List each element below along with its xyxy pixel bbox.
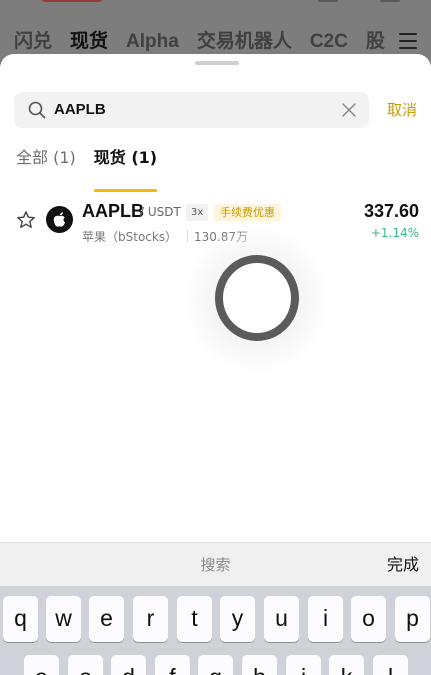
background-tab-active[interactable]: 现货 xyxy=(70,28,108,56)
key[interactable]: l xyxy=(373,655,408,675)
key[interactable]: s xyxy=(68,655,103,675)
price: 337.60 xyxy=(363,201,419,221)
background-tab[interactable]: 股 xyxy=(366,28,385,56)
key[interactable]: o xyxy=(351,596,386,642)
price-change: +1.14% xyxy=(370,226,419,240)
background-top-icon xyxy=(318,0,338,2)
key[interactable]: f xyxy=(155,655,190,675)
key[interactable]: u xyxy=(264,596,299,642)
keyboard-toolbar: 搜索 完成 xyxy=(0,542,431,586)
background-tabs: 闪兑 现货 Alpha 交易机器人 C2C 股 xyxy=(14,28,403,56)
tab-all[interactable]: 全部 (1) xyxy=(16,146,76,182)
keyboard: q w e r t y u i o p a s d f g h j k l xyxy=(0,586,431,675)
key[interactable]: p xyxy=(395,596,430,642)
star-icon[interactable] xyxy=(16,210,36,230)
key[interactable]: h xyxy=(242,655,277,675)
tab-spot[interactable]: 现货 (1) xyxy=(93,146,158,192)
background-top-icon xyxy=(380,0,400,2)
key[interactable]: k xyxy=(329,655,364,675)
menu-icon[interactable] xyxy=(399,33,417,49)
search-icon xyxy=(28,101,46,119)
sheet-grabber[interactable] xyxy=(195,61,239,65)
key[interactable]: e xyxy=(89,596,124,642)
leverage-badge: 3x xyxy=(186,204,209,221)
loading-spinner xyxy=(215,255,299,341)
background-tab[interactable]: 交易机器人 xyxy=(197,28,292,56)
background-tab[interactable]: C2C xyxy=(310,28,348,56)
clear-icon[interactable] xyxy=(341,102,357,118)
filter-tabs: 全部 (1) 现货 (1) xyxy=(16,146,175,192)
quote-currency: / USDT xyxy=(140,205,181,219)
fee-discount-badge: 手续费优惠 xyxy=(214,204,281,221)
keyboard-search-label: 搜索 xyxy=(200,556,231,574)
search-input[interactable] xyxy=(54,92,334,128)
key[interactable]: j xyxy=(286,655,321,675)
apple-icon xyxy=(46,206,73,233)
key[interactable]: a xyxy=(24,655,59,675)
divider xyxy=(187,230,188,242)
search-box[interactable] xyxy=(14,92,369,128)
asset-name: 苹果（bStocks） xyxy=(82,230,178,244)
key[interactable]: r xyxy=(133,596,168,642)
symbol: AAPLB xyxy=(82,201,144,221)
cancel-button[interactable]: 取消 xyxy=(387,92,417,128)
background-red-pill xyxy=(40,0,104,2)
background-app-header: 闪兑 现货 Alpha 交易机器人 C2C 股 xyxy=(0,0,431,60)
background-tab[interactable]: Alpha xyxy=(126,28,179,56)
key[interactable]: t xyxy=(177,596,212,642)
key[interactable]: w xyxy=(46,596,81,642)
background-tab[interactable]: 闪兑 xyxy=(14,28,52,56)
keyboard-done-button[interactable]: 完成 xyxy=(387,543,419,587)
key[interactable]: i xyxy=(308,596,343,642)
key[interactable]: d xyxy=(111,655,146,675)
key[interactable]: g xyxy=(198,655,233,675)
key[interactable]: q xyxy=(3,596,38,642)
key[interactable]: y xyxy=(220,596,255,642)
